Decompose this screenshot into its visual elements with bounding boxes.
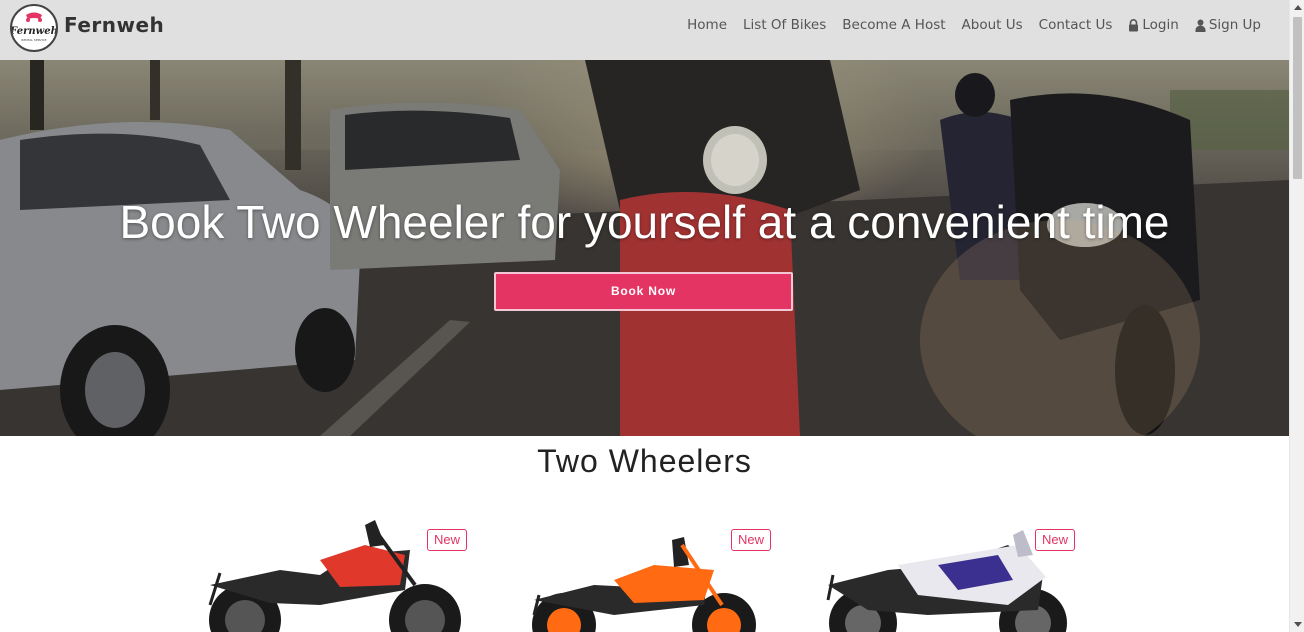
nav-links: Home List Of Bikes Become A Host About U…: [679, 16, 1269, 34]
user-icon: [1195, 19, 1206, 32]
nav-become-a-host[interactable]: Become A Host: [834, 16, 953, 34]
nav-login-label: Login: [1142, 17, 1179, 33]
new-badge: New: [427, 529, 468, 551]
scroll-up-arrow-icon[interactable]: [1294, 5, 1302, 10]
nav-about-us[interactable]: About Us: [954, 16, 1031, 34]
nav-list-of-bikes-label: List Of Bikes: [743, 17, 827, 33]
bike-card[interactable]: New: [504, 515, 794, 632]
nav-become-a-host-label: Become A Host: [842, 17, 946, 33]
nav-contact-us-label: Contact Us: [1038, 17, 1113, 33]
nav-home-label: Home: [687, 17, 728, 33]
nav-login[interactable]: Login: [1120, 16, 1186, 34]
nav-sign-up[interactable]: Sign Up: [1187, 16, 1269, 34]
brand-name[interactable]: Fernweh: [64, 13, 164, 37]
nav-home[interactable]: Home: [679, 16, 735, 34]
scrollbar[interactable]: [1289, 0, 1304, 632]
logo-subtext: RENTAL SERVICE: [21, 38, 46, 42]
logo-text: Fernweh: [12, 26, 56, 37]
book-now-button[interactable]: Book Now: [494, 272, 793, 311]
new-badge: New: [1035, 529, 1076, 551]
new-badge: New: [731, 529, 772, 551]
brand-logo[interactable]: Fernweh RENTAL SERVICE: [10, 4, 58, 52]
nav-sign-up-label: Sign Up: [1208, 17, 1261, 33]
nav-list-of-bikes[interactable]: List Of Bikes: [735, 16, 834, 34]
bike-card[interactable]: New: [808, 515, 1098, 632]
page: Fernweh RENTAL SERVICE Fernweh Home List…: [0, 0, 1304, 632]
scroll-thumb[interactable]: [1293, 17, 1302, 179]
section-title: Two Wheelers: [537, 443, 752, 479]
hero-title: Book Two Wheeler for yourself at a conve…: [119, 196, 1170, 248]
bike-card[interactable]: New: [200, 515, 490, 632]
lock-icon: [1129, 18, 1139, 31]
hero-banner: Book Two Wheeler for yourself at a conve…: [0, 60, 1289, 436]
navbar: Fernweh RENTAL SERVICE Fernweh Home List…: [0, 0, 1289, 60]
nav-contact-us[interactable]: Contact Us: [1031, 16, 1121, 34]
nav-about-us-label: About Us: [961, 17, 1023, 33]
scroll-down-arrow-icon[interactable]: [1294, 622, 1302, 627]
